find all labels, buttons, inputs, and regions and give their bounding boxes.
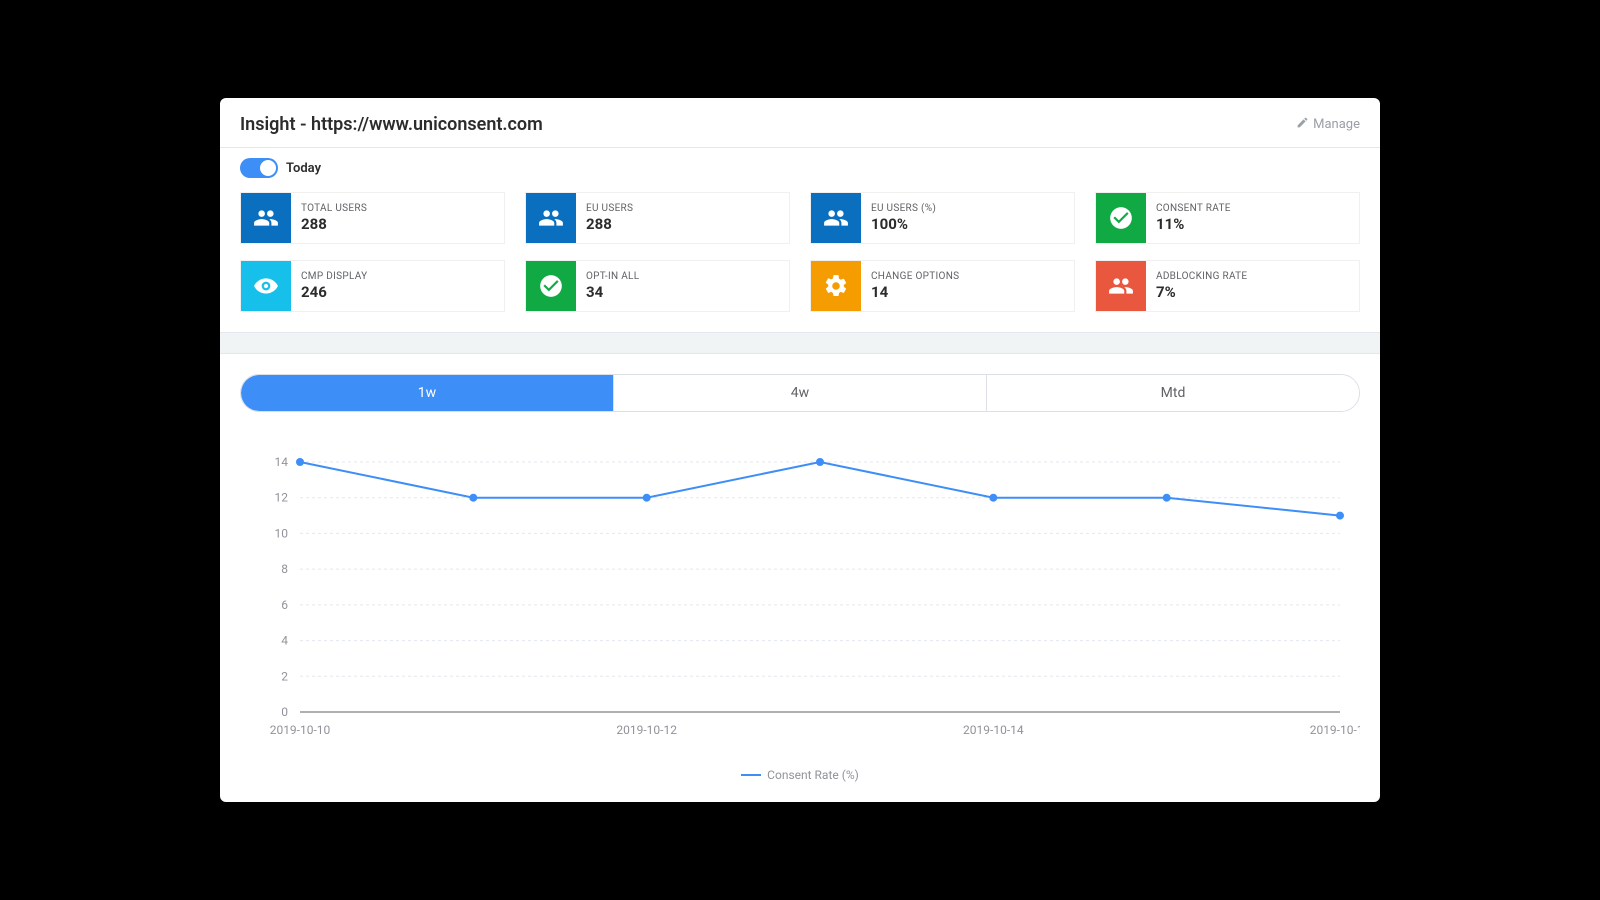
y-tick-label: 14: [275, 455, 289, 469]
series-point: [989, 494, 997, 502]
stat-label: EU USERS (%): [871, 203, 936, 214]
stat-body: EU USERS288: [576, 193, 643, 243]
users-icon: [526, 193, 576, 243]
stat-card: ADBLOCKING RATE7%: [1095, 260, 1360, 312]
stat-label: ADBLOCKING RATE: [1156, 271, 1247, 282]
series-point: [296, 458, 304, 466]
eye-icon: [241, 261, 291, 311]
users-icon: [1096, 261, 1146, 311]
series-point: [1336, 512, 1344, 520]
legend-line-icon: [741, 774, 761, 776]
series-point: [1163, 494, 1171, 502]
x-tick-label: 2019-10-12: [616, 723, 677, 737]
stat-value: 34: [586, 283, 639, 301]
sub-header: Today: [220, 148, 1380, 192]
stat-body: OPT-IN ALL34: [576, 261, 649, 311]
stat-card: CMP DISPLAY246: [240, 260, 505, 312]
stat-value: 11%: [1156, 215, 1231, 233]
users-icon: [811, 193, 861, 243]
stat-value: 7%: [1156, 283, 1247, 301]
tab-4w[interactable]: 4w: [614, 375, 987, 411]
check-icon: [1096, 193, 1146, 243]
stat-label: CHANGE OPTIONS: [871, 271, 959, 282]
series-point: [816, 458, 824, 466]
stat-body: CHANGE OPTIONS14: [861, 261, 969, 311]
stat-label: CMP DISPLAY: [301, 271, 367, 282]
stat-card: EU USERS (%)100%: [810, 192, 1075, 244]
stat-body: TOTAL USERS288: [291, 193, 377, 243]
x-tick-label: 2019-10-14: [963, 723, 1024, 737]
users-icon: [241, 193, 291, 243]
stat-value: 288: [301, 215, 367, 233]
series-line: [300, 462, 1340, 516]
manage-link[interactable]: Manage: [1296, 116, 1360, 133]
stat-value: 14: [871, 283, 959, 301]
stat-body: EU USERS (%)100%: [861, 193, 946, 243]
cogs-icon: [811, 261, 861, 311]
stat-label: TOTAL USERS: [301, 203, 367, 214]
tab-1w[interactable]: 1w: [241, 375, 614, 411]
stat-card: TOTAL USERS288: [240, 192, 505, 244]
stat-card: CHANGE OPTIONS14: [810, 260, 1075, 312]
today-toggle[interactable]: [240, 158, 278, 178]
tab-mtd[interactable]: Mtd: [987, 375, 1359, 411]
stat-value: 246: [301, 283, 367, 301]
y-tick-label: 6: [281, 598, 288, 612]
chart-canvas: 0 2 4 6 8 10 12 14 2019-10-10 2019-10-12 2019-10-1…: [240, 442, 1360, 762]
x-tick-label: 2019-10-10: [270, 723, 331, 737]
period-tabs: 1w4wMtd: [240, 374, 1360, 412]
stat-value: 100%: [871, 215, 936, 233]
section-divider: [220, 332, 1380, 354]
x-tick-label: 2019-10-16: [1310, 723, 1360, 737]
stats-grid: TOTAL USERS288EU USERS288EU USERS (%)100…: [220, 192, 1380, 332]
chart-section: 1w4wMtd 0 2 4 6 8 10 12 14 2019-10-10 2019-10-12 2…: [220, 354, 1380, 802]
stat-body: CMP DISPLAY246: [291, 261, 377, 311]
stat-label: EU USERS: [586, 203, 633, 214]
y-tick-label: 10: [275, 526, 289, 540]
legend-label: Consent Rate (%): [767, 768, 859, 782]
chart-legend: Consent Rate (%): [240, 768, 1360, 782]
stat-label: OPT-IN ALL: [586, 271, 639, 282]
edit-icon: [1296, 116, 1309, 133]
series-point: [643, 494, 651, 502]
stat-body: CONSENT RATE11%: [1146, 193, 1241, 243]
page-title: Insight - https://www.uniconsent.com: [240, 114, 543, 135]
stat-card: EU USERS288: [525, 192, 790, 244]
y-tick-label: 8: [281, 562, 288, 576]
check-icon: [526, 261, 576, 311]
series-point: [469, 494, 477, 502]
stat-label: CONSENT RATE: [1156, 203, 1231, 214]
stat-value: 288: [586, 215, 633, 233]
today-label: Today: [286, 161, 321, 176]
page-header: Insight - https://www.uniconsent.com Man…: [220, 98, 1380, 148]
stat-body: ADBLOCKING RATE7%: [1146, 261, 1257, 311]
stat-card: CONSENT RATE11%: [1095, 192, 1360, 244]
manage-label: Manage: [1313, 117, 1360, 132]
y-tick-label: 0: [281, 705, 288, 719]
y-tick-label: 12: [275, 491, 289, 505]
app-window: Insight - https://www.uniconsent.com Man…: [220, 98, 1380, 802]
y-tick-label: 2: [281, 669, 288, 683]
y-tick-label: 4: [281, 634, 288, 648]
stat-card: OPT-IN ALL34: [525, 260, 790, 312]
